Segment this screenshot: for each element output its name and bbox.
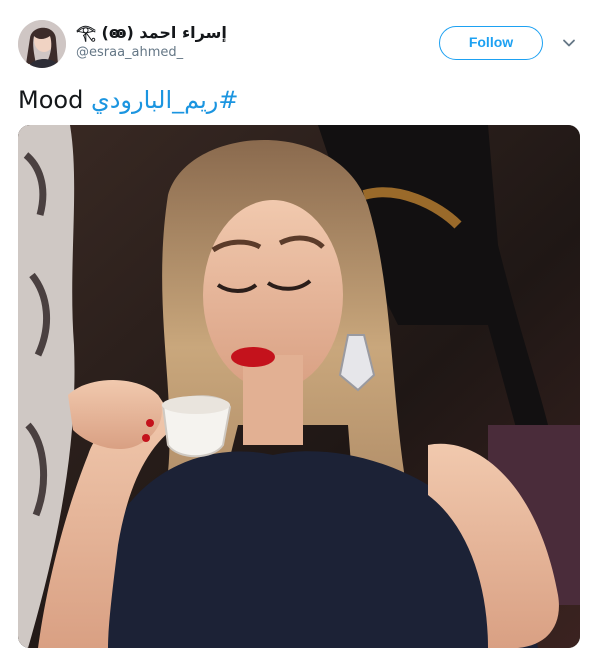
display-name[interactable]: إسراء احمد 𓂀 (ꙭ) <box>76 22 376 44</box>
avatar[interactable] <box>18 20 66 68</box>
tweet-card: إسراء احمد 𓂀 (ꙭ) @esraa_ahmed_ Follow Mo… <box>0 0 600 656</box>
user-handle[interactable]: @esraa_ahmed_ <box>76 44 376 62</box>
hashtag-link[interactable]: #ريم_البارودي <box>91 86 239 114</box>
tweet-text: Mood #ريم_البارودي <box>18 84 239 116</box>
chevron-down-icon[interactable] <box>562 36 576 50</box>
tweet-text-body: Mood <box>18 86 84 114</box>
tweet-photo[interactable] <box>18 125 580 648</box>
follow-button[interactable]: Follow <box>439 26 543 60</box>
avatar-image <box>18 20 66 68</box>
photo-illustration <box>18 125 580 648</box>
user-info: إسراء احمد 𓂀 (ꙭ) @esraa_ahmed_ <box>76 22 376 62</box>
